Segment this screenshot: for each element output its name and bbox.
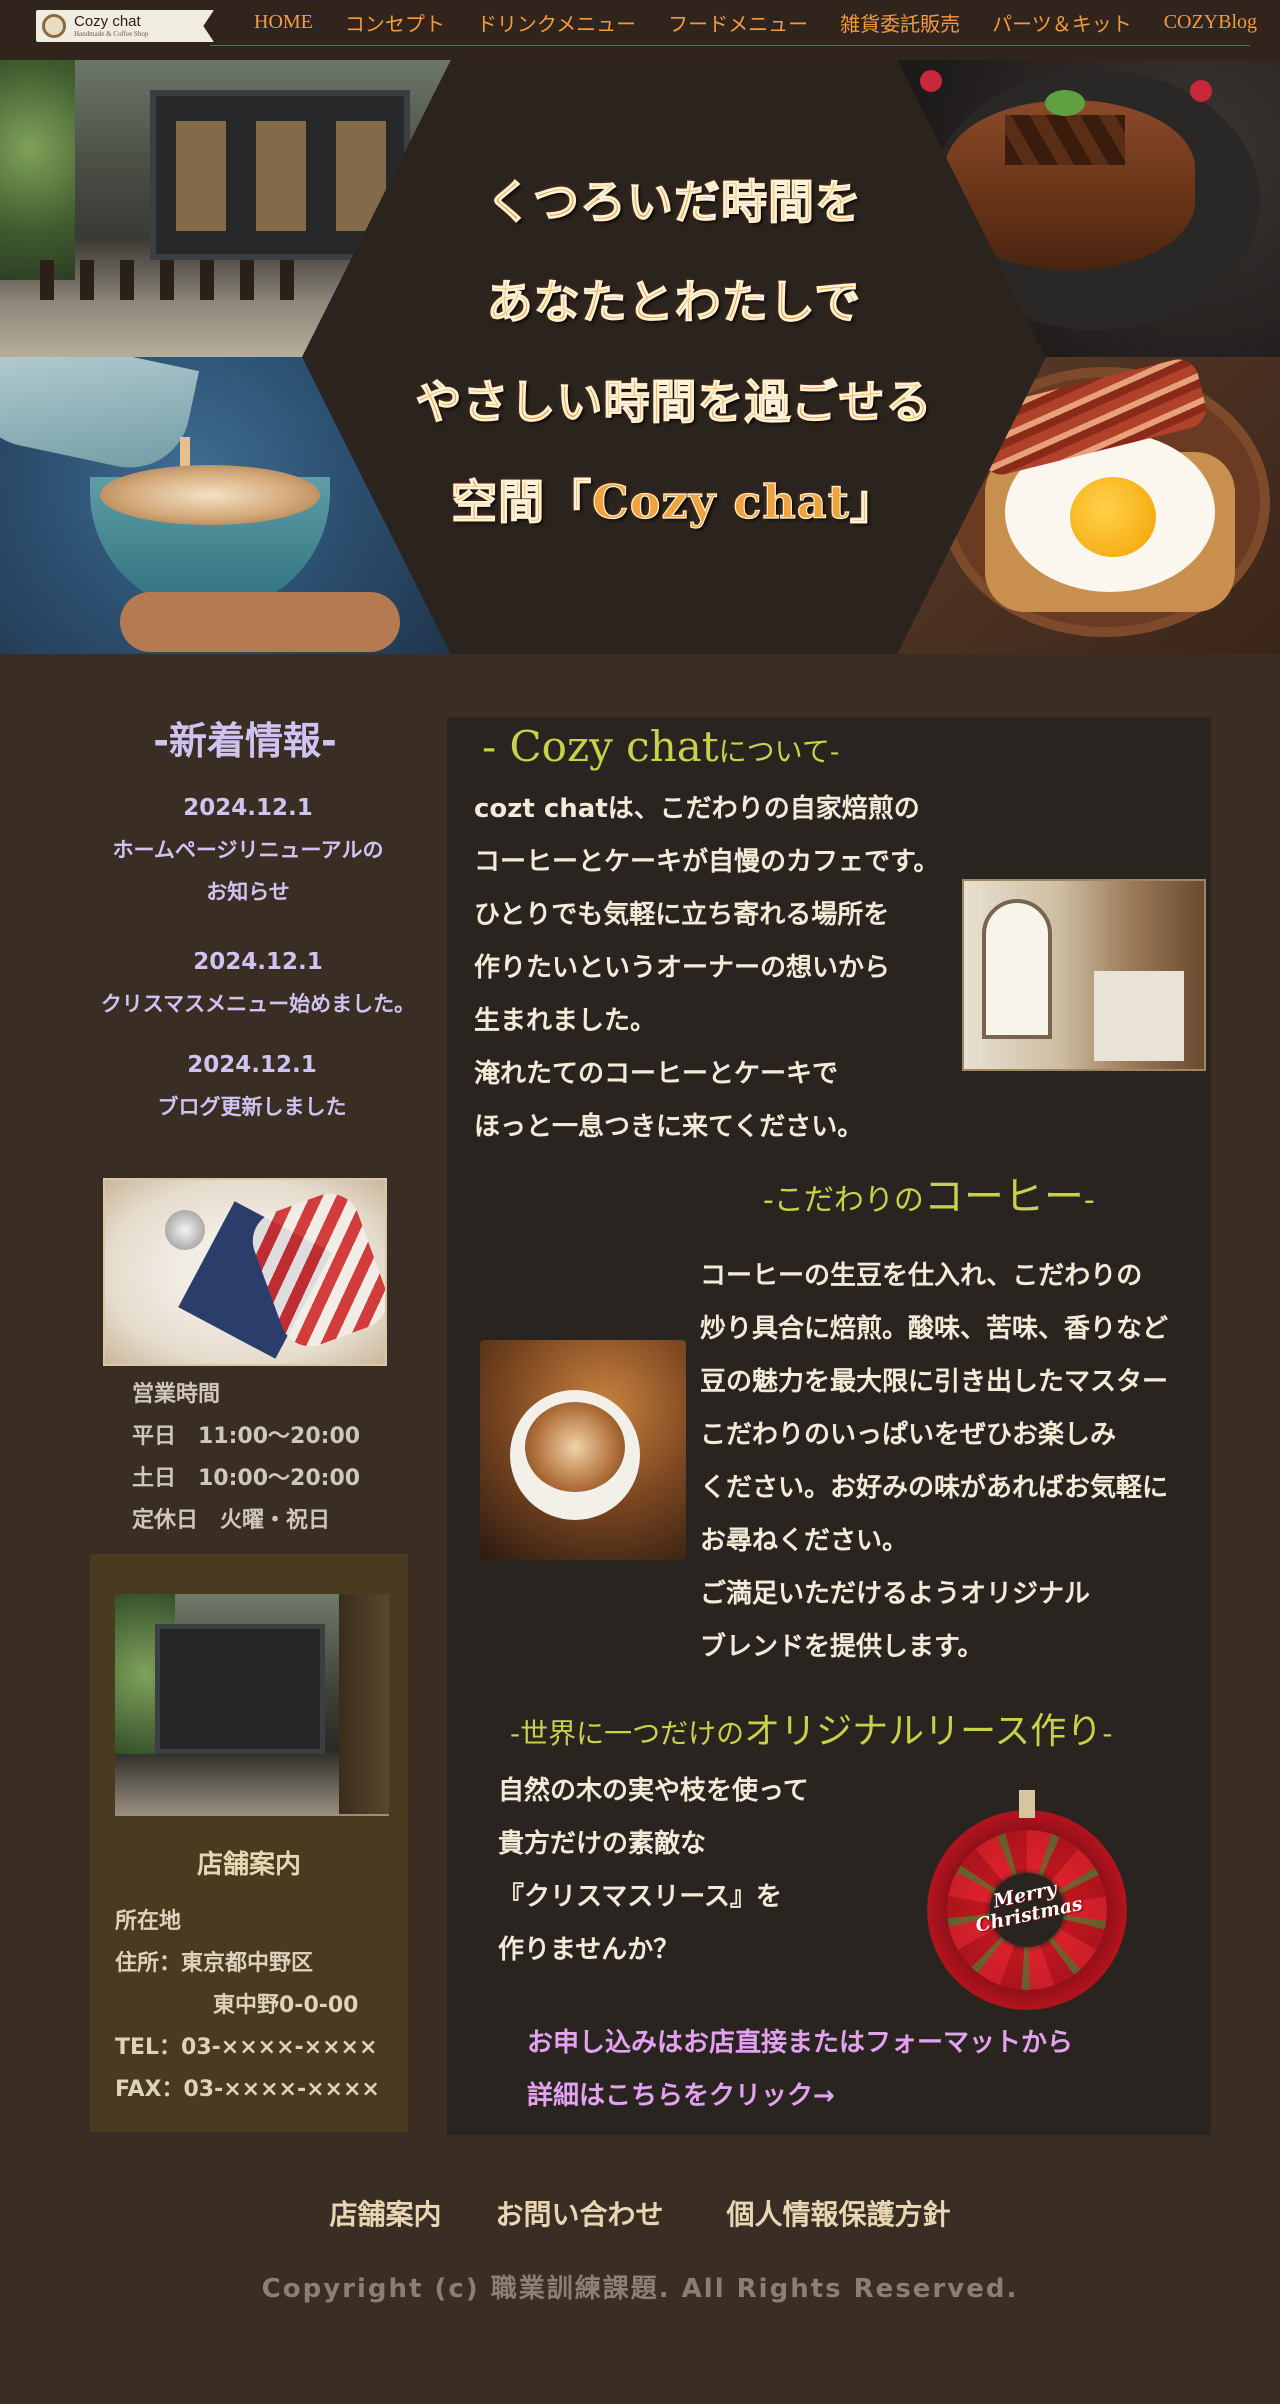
copyright: Copyright (c) 職業訓練課題. All Rights Reserve…	[261, 2274, 1019, 2304]
news-date: 2024.12.1	[193, 949, 323, 975]
coffee-line: 豆の魅力を最大限に引き出したマスター	[700, 1367, 1169, 1397]
store-fax: FAX：03-××××-××××	[115, 2077, 380, 2102]
nav-home[interactable]: HOME	[254, 11, 313, 34]
nav-parts-kit[interactable]: パーツ＆キット	[992, 8, 1132, 37]
wreath-line: 貴方だけの素敵な	[498, 1829, 707, 1859]
store-location-label: 所在地	[115, 1909, 182, 1934]
wreath-heading-main: オリジナルリース作り	[744, 1711, 1103, 1752]
coffee-line: ブレンドを提供します。	[700, 1632, 984, 1662]
store-front-image	[115, 1594, 389, 1816]
coffee-line: 炒り具合に焙煎。酸味、苦味、香りなど	[700, 1314, 1169, 1344]
footer-nav: 店舗案内 お問い合わせ 個人情報保護方針	[0, 2193, 1280, 2233]
wreath-line: 作りませんか？	[498, 1935, 680, 1965]
news-heading: -新着情報-	[153, 719, 337, 763]
nav-food-menu[interactable]: フードメニュー	[668, 8, 808, 37]
top-bar: Cozy chat Handmade & Coffee Shop HOME コン…	[0, 0, 1280, 60]
coffee-line: こだわりのいっぱいをぜひお楽しみ	[700, 1420, 1117, 1450]
coffee-line: ご満足いただけるようオリジナル	[700, 1579, 1091, 1609]
wreath-line: 自然の木の実や枝を使って	[498, 1776, 809, 1806]
wreath-heading-pre: -世界に一つだけの	[510, 1717, 745, 1750]
hero-line: あなたとわたしで	[486, 274, 862, 329]
coffee-heading-pre: -こだわりの	[763, 1183, 924, 1218]
news-text: ブログ更新しました	[157, 1095, 347, 1119]
nav-concept[interactable]: コンセプト	[345, 8, 445, 37]
apply-line: お申し込みはお店直接またはフォーマットから	[527, 2028, 1074, 2058]
nav-drink-menu[interactable]: ドリンクメニュー	[477, 8, 636, 37]
news-text: ホームページリニューアルの お知らせ	[112, 838, 384, 904]
hours-closed: 定休日 火曜・祝日	[132, 1508, 331, 1533]
about-heading: - Cozy chatについて-	[482, 717, 839, 782]
about-line: ほっと一息つきに来てください。	[474, 1112, 864, 1142]
site-logo[interactable]: Cozy chat Handmade & Coffee Shop	[36, 10, 214, 42]
hero-line: くつろいだ時間を	[485, 174, 862, 229]
cafe-interior-image	[962, 879, 1206, 1071]
news-item[interactable]: 2024.12.1 クリスマスメニュー始めました。	[88, 941, 428, 1025]
hours-weekend: 土日 10:00～20:00	[132, 1466, 361, 1491]
wreath-heading-post: -	[1102, 1717, 1113, 1750]
nav-goods-sale[interactable]: 雑貨委託販売	[840, 8, 960, 37]
about-line: 作りたいというオーナーの想いから	[474, 953, 891, 983]
hero-catchphrase: くつろいだ時間を あなたとわたしで やさしい時間を過ごせる 空間「Cozy ch…	[302, 152, 1046, 552]
about-line: 生まれました。	[474, 1006, 657, 1036]
about-text: cozt chatは、こだわりの自家焙煎の コーヒーとケーキが自慢のカフェです。…	[474, 783, 1034, 1154]
store-info-card: 店舗案内 所在地 住所：東京都中野区 東中野0-0-00 TEL：03-××××…	[90, 1554, 408, 2132]
about-heading-main: - Cozy chat	[482, 722, 719, 771]
about-line: コーヒーとケーキが自慢のカフェです。	[474, 847, 940, 877]
main-content-panel: - Cozy chatについて- cozt chatは、こだわりの自家焙煎の コ…	[447, 717, 1211, 2135]
coffee-line: ください。お好みの味があればお気軽に	[700, 1473, 1169, 1503]
main-nav: HOME コンセプト ドリンクメニュー フードメニュー 雑貨委託販売 パーツ＆キ…	[210, 0, 1257, 46]
about-line: cozt chatは、こだわりの自家焙煎の	[474, 794, 920, 824]
store-address-line2: 東中野0-0-00	[213, 1993, 359, 2018]
store-title: 店舗案内	[196, 1850, 301, 1880]
news-item[interactable]: 2024.12.1 ブログ更新しました	[82, 1044, 422, 1128]
details-link[interactable]: 詳細はこちらをクリック→	[527, 2070, 1187, 2123]
store-address: 住所：東京都中野区	[115, 1951, 314, 1976]
logo-name: Cozy chat	[74, 13, 141, 30]
nav-blog[interactable]: COZYBlog	[1164, 11, 1257, 34]
news-text: クリスマスメニュー始めました。	[100, 992, 416, 1016]
footer-link-contact[interactable]: お問い合わせ	[495, 2193, 663, 2233]
business-hours: 営業時間 平日 11:00～20:00 土日 10:00～20:00 定休日 火…	[132, 1374, 360, 1542]
hours-title: 営業時間	[132, 1382, 221, 1407]
coffee-heading: -こだわりのコーヒー-	[763, 1172, 1095, 1226]
footer-link-privacy[interactable]: 個人情報保護方針	[727, 2193, 951, 2233]
hero-banner: くつろいだ時間を あなたとわたしで やさしい時間を過ごせる 空間「Cozy ch…	[0, 60, 1280, 654]
news-date: 2024.12.1	[187, 1052, 317, 1078]
footer-link-store[interactable]: 店舗案内	[329, 2193, 441, 2233]
store-details: 所在地 住所：東京都中野区 東中野0-0-00 TEL：03-××××-××××…	[115, 1901, 380, 2111]
logo-emblem-icon	[42, 14, 66, 38]
christmas-wreath-image: Merry Christmas	[927, 1790, 1127, 2010]
coffee-heading-post: -	[1083, 1183, 1095, 1218]
about-line: ひとりでも気軽に立ち寄れる場所を	[474, 900, 890, 930]
coffee-heading-main: コーヒー	[923, 1174, 1084, 1220]
wreath-heading: -世界に一つだけのオリジナルリース作り-	[510, 1707, 1112, 1759]
wreath-line: 『クリスマスリース』を	[498, 1882, 782, 1912]
about-line: 淹れたてのコーヒーとケーキで	[474, 1059, 839, 1089]
coffee-line: お尋ねください。	[700, 1526, 909, 1556]
coffee-text: コーヒーの生豆を仕入れ、こだわりの 炒り具合に焙煎。酸味、苦味、香りなど 豆の魅…	[700, 1250, 1210, 1674]
coffee-line: コーヒーの生豆を仕入れ、こだわりの	[700, 1261, 1143, 1291]
logo-subtitle: Handmade & Coffee Shop	[74, 30, 149, 38]
about-heading-suffix: について-	[718, 735, 840, 768]
apply-info: お申し込みはお店直接またはフォーマットから 詳細はこちらをクリック→	[527, 2017, 1187, 2123]
news-date: 2024.12.1	[183, 795, 313, 821]
hours-weekday: 平日 11:00～20:00	[132, 1424, 361, 1449]
store-tel: TEL：03-××××-××××	[115, 2035, 378, 2060]
news-item[interactable]: 2024.12.1 ホームページリニューアルの お知らせ	[78, 787, 418, 913]
coffee-cup-image	[480, 1340, 686, 1560]
logo-text: Cozy chat Handmade & Coffee Shop	[74, 14, 148, 38]
hero-line: やさしい時間を過ごせる	[415, 374, 933, 429]
wreath-text: 自然の木の実や枝を使って 貴方だけの素敵な 『クリスマスリース』を 作りませんか…	[498, 1765, 918, 1977]
hero-line: 空間「Cozy chat」	[451, 474, 897, 529]
christmas-decor-image	[103, 1178, 387, 1366]
